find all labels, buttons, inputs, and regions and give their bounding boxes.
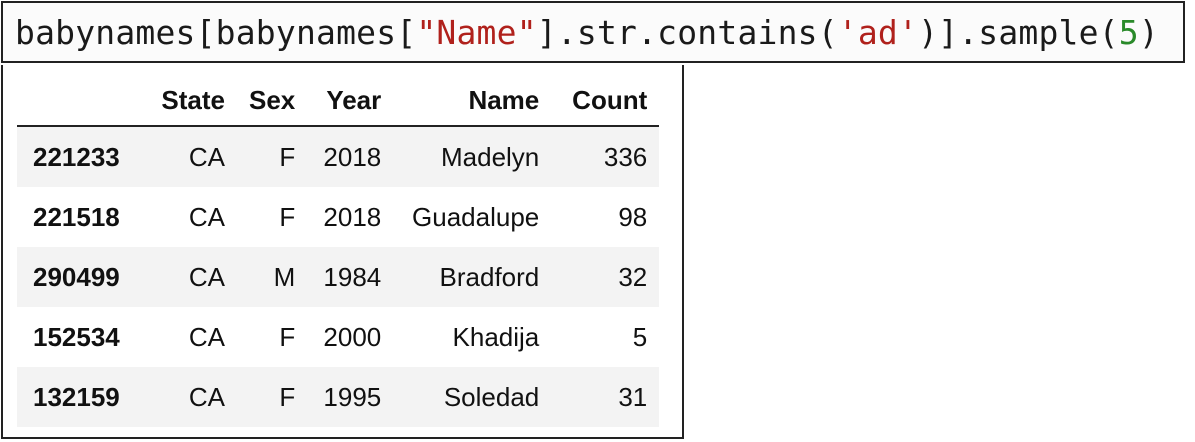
cell-name: Soledad [443,381,540,412]
output-cell: State Sex Year Name Count 221233 CA F 20… [1,65,684,439]
cell-year: 1995 [323,381,382,412]
row-index: 152534 [33,321,120,352]
cell-count: 32 [618,261,648,292]
cell-name: Guadalupe [412,201,540,232]
row-index: 132159 [33,381,120,412]
table-body: 221233 CA F 2018 Madelyn 336 221518 CA F… [17,126,660,427]
code-token-text: ) [1138,12,1159,52]
row-index: 290499 [33,261,120,292]
code-token-string: "Name" [416,12,537,52]
code-token-number: 5 [1118,12,1139,52]
cell-year: 2018 [323,141,382,172]
cell-name: Bradford [439,261,540,292]
cell-sex: F [279,201,296,232]
code-token-string: 'ad' [837,12,919,52]
header-count: Count [551,75,660,127]
header-year: Year [307,75,394,127]
header-state: State [147,75,237,127]
header-index [17,75,147,127]
table-row: 221233 CA F 2018 Madelyn 336 [17,126,660,187]
cell-state: CA [188,261,225,292]
cell-year: 1984 [323,261,382,292]
cell-count: 336 [603,141,648,172]
cell-state: CA [188,141,225,172]
cell-state: CA [188,321,225,352]
cell-count: 5 [632,321,648,352]
cell-count: 31 [618,381,648,412]
cell-year: 2018 [323,201,382,232]
header-sex: Sex [237,75,308,127]
code-token-text: )].sample( [918,12,1119,52]
cell-sex: F [279,321,296,352]
code-token-text: ].str.contains( [536,12,838,52]
table-header: State Sex Year Name Count [17,75,660,127]
cell-count: 98 [618,201,648,232]
cell-state: CA [188,201,225,232]
header-row: State Sex Year Name Count [17,75,660,127]
code-token-text: babynames[babynames[ [15,12,417,52]
cell-name: Khadija [452,321,540,352]
dataframe-table: State Sex Year Name Count 221233 CA F 20… [17,75,660,427]
table-row: 152534 CA F 2000 Khadija 5 [17,307,659,367]
cell-sex: M [273,261,296,292]
table-row: 290499 CA M 1984 Bradford 32 [17,247,660,307]
code-cell[interactable]: babynames[babynames["Name"].str.contains… [1,1,1185,63]
header-name: Name [393,75,552,127]
cell-year: 2000 [323,321,382,352]
table-row: 221518 CA F 2018 Guadalupe 98 [17,187,659,247]
table-row: 132159 CA F 1995 Soledad 31 [17,367,660,427]
cell-sex: F [279,381,296,412]
cell-name: Madelyn [440,141,540,172]
cell-sex: F [279,141,296,172]
row-index: 221233 [33,141,120,172]
cell-state: CA [188,381,225,412]
row-index: 221518 [33,201,120,232]
